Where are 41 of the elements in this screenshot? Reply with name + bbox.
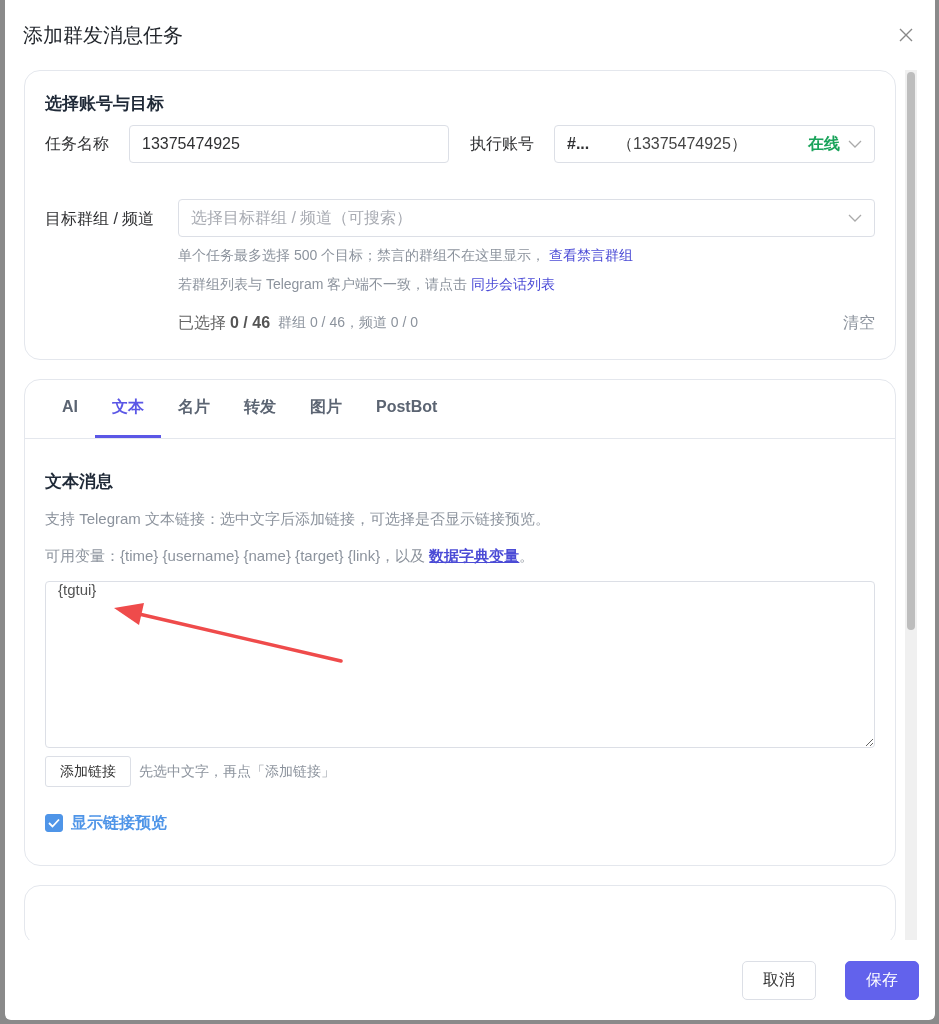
cancel-button[interactable]: 取消 bbox=[742, 960, 816, 1000]
preview-checkbox[interactable] bbox=[45, 814, 63, 832]
selected-label: 已选择 bbox=[178, 312, 226, 333]
account-phone: （13375474925） bbox=[617, 133, 747, 154]
tab[interactable]: 转发 bbox=[227, 379, 293, 438]
chevron-down-icon bbox=[848, 213, 862, 222]
sync-chats-link[interactable]: 同步会话列表 bbox=[471, 275, 556, 292]
tab[interactable]: 图片 bbox=[293, 379, 359, 438]
hint-text: 先选中文字，再点「添加链接」 bbox=[139, 762, 335, 781]
section-title: 选择账号与目标 bbox=[45, 93, 165, 115]
hint-text: 若群组列表与 Telegram 客户端不一致，请点击 bbox=[178, 275, 468, 292]
account-select[interactable]: #... （13375474925） 在线 bbox=[554, 124, 875, 163]
close-icon bbox=[899, 28, 913, 42]
hint-text: 单个任务最多选择 500 个目标；禁言的群组不在这里显示， bbox=[178, 246, 546, 263]
tab[interactable]: 名片 bbox=[161, 379, 227, 438]
scrollbar-thumb[interactable] bbox=[907, 72, 915, 630]
checkbox-label: 显示链接预览 bbox=[71, 813, 167, 833]
message-textarea[interactable]: {tgtui} bbox=[45, 581, 875, 748]
tab[interactable]: 文本 bbox=[95, 379, 161, 438]
description-text: 支持 Telegram 文本链接：选中文字后添加链接，可选择是否显示链接预览。 bbox=[45, 509, 552, 529]
period-text: 。 bbox=[519, 546, 535, 564]
tab[interactable]: AI bbox=[45, 379, 95, 438]
dialog-title: 添加群发消息任务 bbox=[23, 23, 183, 48]
variables-text: 可用变量：{time} {username} {name} {target} {link}，以及 bbox=[45, 546, 426, 564]
chevron-down-icon bbox=[848, 139, 862, 148]
check-icon bbox=[48, 818, 60, 828]
field-label: 任务名称 bbox=[45, 133, 110, 154]
field-label: 执行账号 bbox=[470, 133, 535, 154]
dictionary-variables-link[interactable]: 数据字典变量 bbox=[429, 546, 520, 564]
clear-button[interactable]: 清空 bbox=[843, 310, 875, 335]
save-button[interactable]: 保存 bbox=[845, 960, 919, 1000]
section-title: 文本消息 bbox=[45, 470, 114, 493]
task-name-field[interactable]: 13375474925 bbox=[129, 124, 449, 163]
muted-groups-link[interactable]: 查看禁言群组 bbox=[549, 246, 634, 263]
tab[interactable]: PostBot bbox=[359, 379, 455, 438]
field-label: 目标群组 / 频道 bbox=[45, 208, 156, 229]
add-link-button[interactable]: 添加链接 bbox=[45, 756, 131, 787]
selected-count: 0 / 46 bbox=[230, 312, 271, 333]
breakdown-text: 群组 0 / 46，频道 0 / 0 bbox=[278, 313, 419, 332]
online-status: 在线 bbox=[808, 133, 840, 154]
account-name: #... bbox=[567, 133, 591, 154]
